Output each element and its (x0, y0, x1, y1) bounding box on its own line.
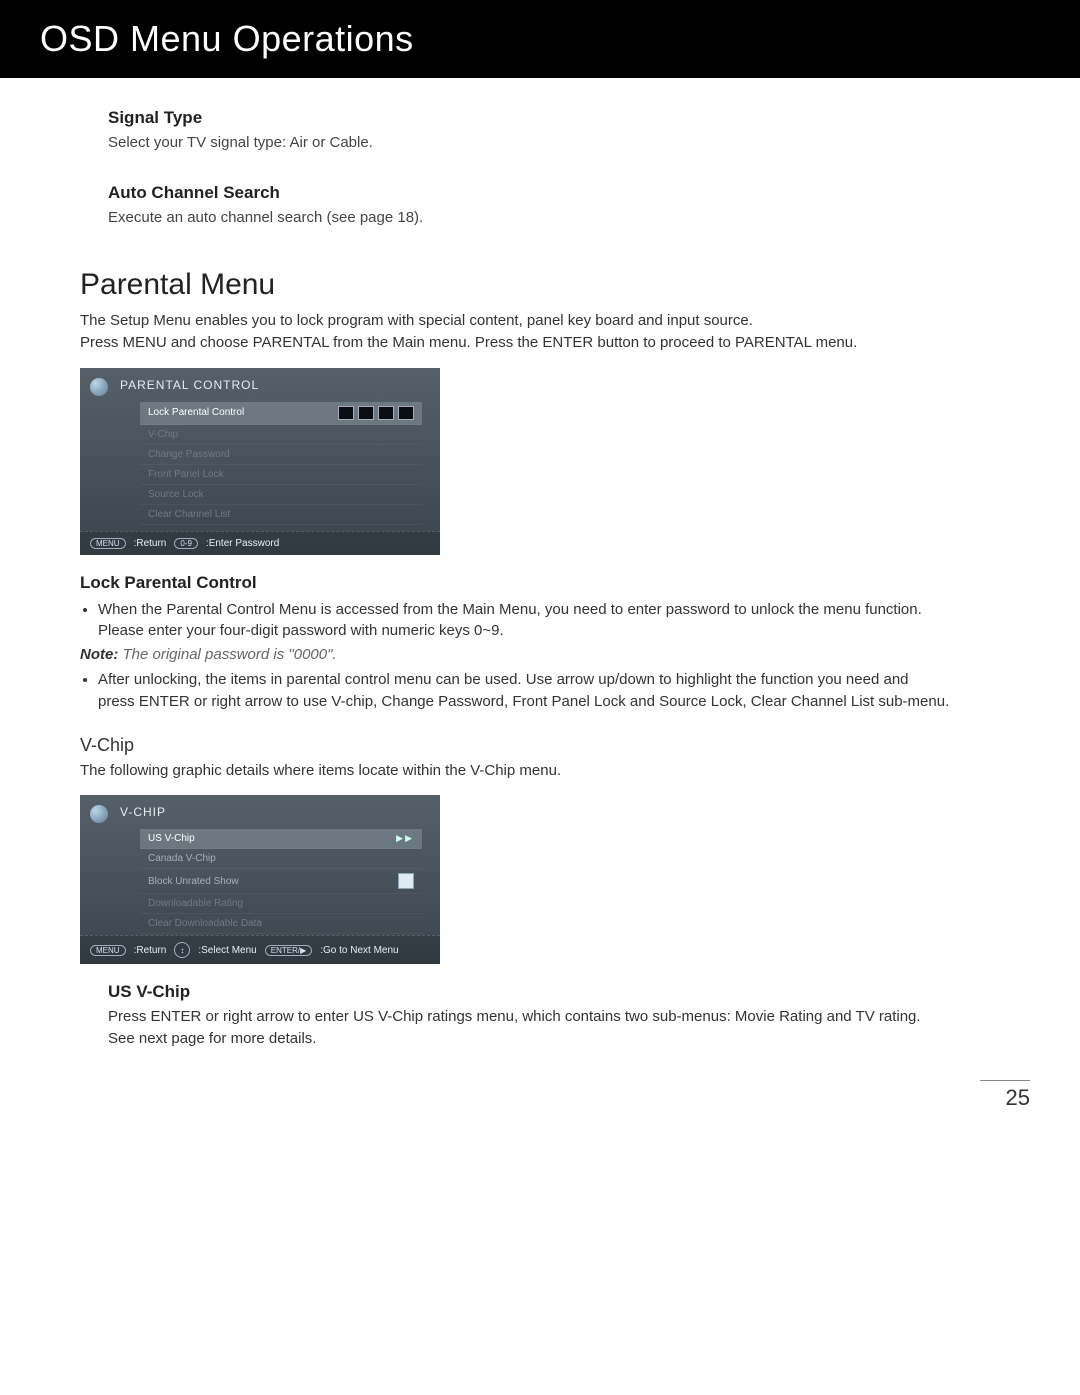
lock-pc-bullet-1: When the Parental Control Menu is access… (98, 599, 1040, 643)
osd-item-downloadable-rating: Downloadable Rating (140, 894, 422, 914)
parental-intro-2: Press MENU and choose PARENTAL from the … (80, 332, 1040, 354)
page-header: OSD Menu Operations (0, 0, 1080, 78)
osd-vchip-title: V-CHIP (80, 795, 440, 825)
osd-parental-control: PARENTAL CONTROL Lock Parental Control V… (80, 368, 440, 555)
password-boxes (338, 406, 414, 420)
page-number: 25 (980, 1080, 1030, 1111)
lock-pc-bullets-2: After unlocking, the items in parental c… (98, 669, 1040, 713)
arrow-right-icon: ▶▶ (396, 833, 414, 844)
signal-type-body: Select your TV signal type: Air or Cable… (108, 132, 1040, 153)
parental-heading: Parental Menu (80, 268, 1040, 302)
numeric-button-icon: 0-9 (174, 538, 198, 549)
osd-vchip-footer: MENU :Return ↕ :Select Menu ENTER/▶ :Go … (80, 935, 440, 964)
osd-parental-footer: MENU :Return 0-9 :Enter Password (80, 531, 440, 555)
osd-item-clear-channel-list: Clear Channel List (140, 505, 422, 525)
auto-search-title: Auto Channel Search (108, 183, 1040, 203)
lock-pc-bullet-2: After unlocking, the items in parental c… (98, 669, 1040, 713)
osd-item-vchip: V-Chip (140, 425, 422, 445)
osd-vchip-list: US V-Chip ▶▶ Canada V-Chip Block Unrated… (140, 829, 422, 934)
menu-button-icon: MENU (90, 538, 126, 549)
manual-page: OSD Menu Operations Signal Type Select y… (0, 0, 1080, 1151)
us-vchip-title: US V-Chip (108, 982, 1040, 1002)
auto-search-body: Execute an auto channel search (see page… (108, 207, 1040, 228)
osd-item-lock-parental: Lock Parental Control (140, 402, 422, 425)
osd-item-us-vchip: US V-Chip ▶▶ (140, 829, 422, 849)
page-number-area: 25 (0, 1050, 1080, 1111)
us-vchip-body-1: Press ENTER or right arrow to enter US V… (108, 1006, 1040, 1028)
page-title: OSD Menu Operations (40, 18, 414, 59)
lock-pc-note: Note: The original password is "0000". (80, 646, 1040, 663)
osd-item-canada-vchip: Canada V-Chip (140, 849, 422, 869)
lock-pc-bullets: When the Parental Control Menu is access… (98, 599, 1040, 643)
page-content: Signal Type Select your TV signal type: … (0, 108, 1080, 1050)
osd-item-clear-downloadable: Clear Downloadable Data (140, 914, 422, 934)
osd-vchip: V-CHIP US V-Chip ▶▶ Canada V-Chip Block … (80, 795, 440, 964)
enter-button-icon: ENTER/▶ (265, 945, 313, 956)
us-vchip-body-2: See next page for more details. (108, 1028, 1040, 1050)
menu-button-icon: MENU (90, 945, 126, 956)
osd-parental-title: PARENTAL CONTROL (80, 368, 440, 398)
osd-parental-list: Lock Parental Control V-Chip Change Pass… (140, 402, 422, 525)
vchip-intro: The following graphic details where item… (80, 760, 1040, 782)
checkbox-icon (398, 873, 414, 889)
updown-button-icon: ↕ (174, 942, 190, 958)
osd-item-change-password: Change Password (140, 445, 422, 465)
lock-icon (90, 378, 108, 396)
lock-pc-title: Lock Parental Control (80, 573, 1040, 593)
osd-item-block-unrated: Block Unrated Show (140, 869, 422, 894)
vchip-title: V-Chip (80, 735, 1040, 756)
osd-item-front-panel-lock: Front Panel Lock (140, 465, 422, 485)
osd-item-source-lock: Source Lock (140, 485, 422, 505)
parental-intro-1: The Setup Menu enables you to lock progr… (80, 310, 1040, 332)
signal-type-title: Signal Type (108, 108, 1040, 128)
